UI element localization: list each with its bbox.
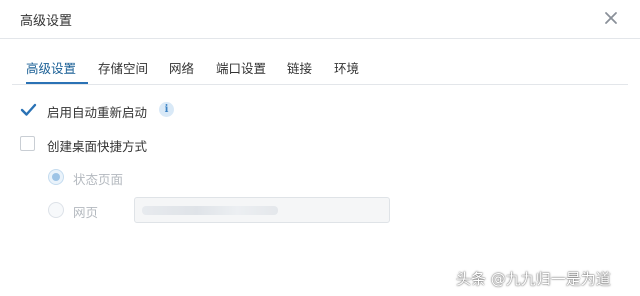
web-page-option: 网页: [48, 202, 128, 222]
status-page-option: 状态页面: [48, 169, 148, 189]
info-icon[interactable]: i: [159, 102, 174, 117]
watermark-text: 头条 @九九归一是为道: [456, 270, 611, 288]
active-tab-indicator: [26, 82, 88, 84]
advanced-settings-dialog: 高级设置 高级设置 存储空间 网络 端口设置 链接 环境 启用自动重新启动 i …: [0, 0, 640, 296]
radio-selected-dot: [52, 173, 60, 181]
auto-restart-label[interactable]: 启用自动重新启动: [47, 102, 147, 121]
checkmark-icon: [20, 103, 37, 116]
desktop-shortcut-option: 创建桌面快捷方式: [20, 135, 190, 155]
tab-links[interactable]: 链接: [287, 58, 312, 77]
auto-restart-checkbox[interactable]: [20, 102, 37, 117]
blurred-url-text: [142, 206, 278, 215]
auto-restart-option: 启用自动重新启动 i: [20, 101, 190, 121]
tab-network[interactable]: 网络: [169, 58, 194, 77]
desktop-shortcut-label[interactable]: 创建桌面快捷方式: [47, 136, 147, 155]
close-icon[interactable]: [602, 9, 620, 27]
status-page-radio[interactable]: [48, 169, 64, 185]
status-page-label: 状态页面: [73, 172, 124, 187]
web-page-label: 网页: [73, 205, 99, 220]
settings-tabs: 高级设置 存储空间 网络 端口设置 链接 环境: [12, 50, 628, 85]
dialog-title-bar: 高级设置: [0, 0, 640, 39]
tab-advanced-settings[interactable]: 高级设置: [26, 58, 76, 77]
web-page-radio[interactable]: [48, 202, 64, 218]
desktop-shortcut-checkbox[interactable]: [20, 136, 35, 151]
tab-port-settings[interactable]: 端口设置: [216, 58, 266, 77]
dialog-title: 高级设置: [20, 14, 73, 29]
tab-storage[interactable]: 存储空间: [98, 58, 148, 77]
tab-environment[interactable]: 环境: [334, 58, 359, 77]
